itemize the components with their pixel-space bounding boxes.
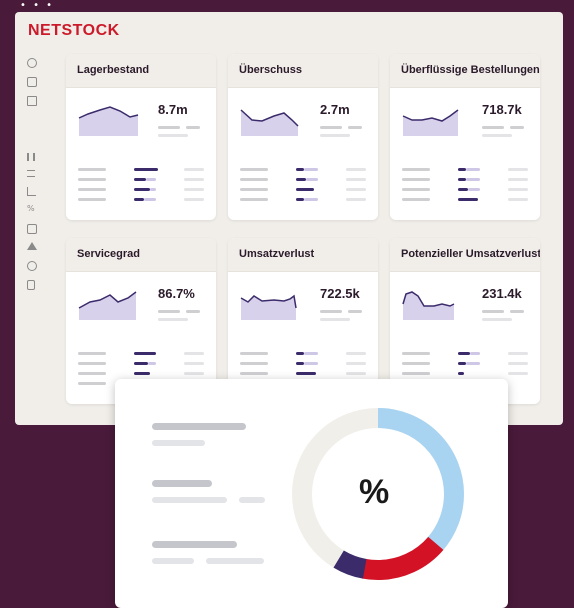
overlay-panel: % bbox=[115, 379, 508, 608]
window-dots: • • • bbox=[20, 0, 55, 11]
triangle-icon[interactable] bbox=[27, 242, 37, 250]
sparkline-chart bbox=[78, 291, 137, 320]
card-value: 718.7k bbox=[482, 102, 522, 117]
app-window: NETSTOCK % Lagerbestand 8.7m Überschuss … bbox=[15, 12, 563, 425]
placeholder-line bbox=[152, 497, 227, 503]
card-value: 86.7% bbox=[158, 286, 195, 301]
circle-icon[interactable] bbox=[27, 261, 37, 271]
placeholder-line bbox=[206, 558, 264, 564]
placeholder-line bbox=[152, 423, 246, 430]
card-title: Servicegrad bbox=[66, 238, 216, 272]
card-title: Umsatzverlust bbox=[228, 238, 378, 272]
square-icon[interactable] bbox=[27, 77, 37, 87]
placeholder-line bbox=[239, 497, 265, 503]
sparkline-chart bbox=[240, 109, 299, 136]
kpi-card-ueberfluessige-bestellungen[interactable]: Überflüssige Bestellungen 718.7k bbox=[390, 54, 540, 220]
folder-icon[interactable] bbox=[27, 96, 37, 106]
placeholder-line bbox=[152, 541, 237, 548]
card-title: Lagerbestand bbox=[66, 54, 216, 88]
percent-icon[interactable]: % bbox=[27, 205, 35, 213]
card-title: Überschuss bbox=[228, 54, 378, 88]
sparkline-chart bbox=[78, 106, 139, 136]
circle-icon[interactable] bbox=[27, 58, 37, 68]
sparkline-chart bbox=[402, 291, 455, 320]
box-icon[interactable] bbox=[27, 224, 37, 234]
card-title: Potenzieller Umsatzverlust bbox=[390, 238, 540, 272]
brand-logo: NETSTOCK bbox=[28, 22, 120, 39]
card-title: Überflüssige Bestellungen bbox=[390, 54, 540, 88]
card-value: 2.7m bbox=[320, 102, 350, 117]
lock-icon[interactable] bbox=[27, 280, 35, 290]
placeholder-line bbox=[152, 558, 194, 564]
list-icon[interactable] bbox=[27, 170, 35, 177]
kpi-card-lagerbestand[interactable]: Lagerbestand 8.7m bbox=[66, 54, 216, 220]
sparkline-chart bbox=[240, 294, 297, 320]
card-value: 8.7m bbox=[158, 102, 188, 117]
kpi-card-ueberschuss[interactable]: Überschuss 2.7m bbox=[228, 54, 378, 220]
donut-center-label: % bbox=[359, 473, 390, 511]
sparkline-chart bbox=[402, 109, 459, 136]
card-value: 231.4k bbox=[482, 286, 522, 301]
placeholder-line bbox=[152, 480, 212, 487]
columns-icon[interactable] bbox=[27, 153, 35, 161]
chart-icon[interactable] bbox=[27, 187, 36, 196]
placeholder-line bbox=[152, 440, 205, 446]
card-value: 722.5k bbox=[320, 286, 360, 301]
